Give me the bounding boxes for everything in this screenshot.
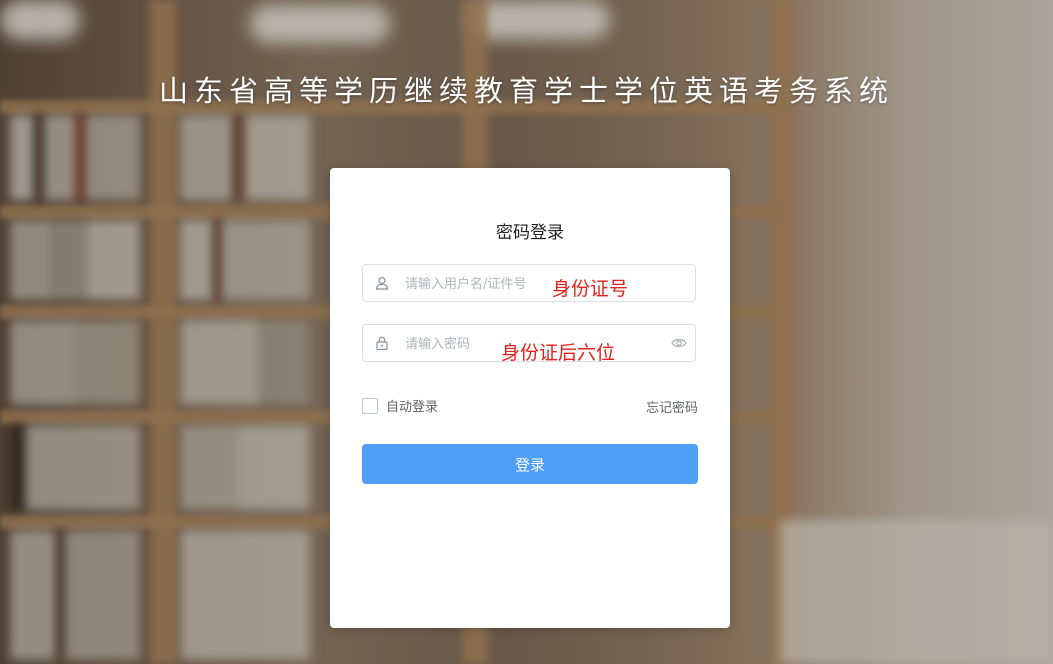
login-heading: 密码登录	[496, 223, 564, 243]
username-annotation: 身份证号	[552, 278, 629, 300]
login-button[interactable]: 登录	[362, 444, 698, 484]
username-field[interactable]	[362, 264, 696, 302]
auto-login-checkbox[interactable]	[362, 397, 378, 414]
auto-login-label: 自动登录	[386, 400, 439, 415]
user-icon	[375, 276, 389, 290]
page-title: 山东省高等学历继续教育学士学位英语考务系统	[158, 74, 894, 108]
lock-icon	[376, 336, 388, 350]
password-annotation: 身份证后六位	[501, 342, 616, 364]
auto-login-option[interactable]: 自动登录	[362, 396, 438, 415]
eye-icon[interactable]	[671, 336, 687, 350]
login-card: 密码登录 身份证号 身份证后六位 自动登录 忘记密码 登录	[330, 168, 730, 628]
forgot-password-link[interactable]: 忘记密码	[646, 397, 698, 416]
